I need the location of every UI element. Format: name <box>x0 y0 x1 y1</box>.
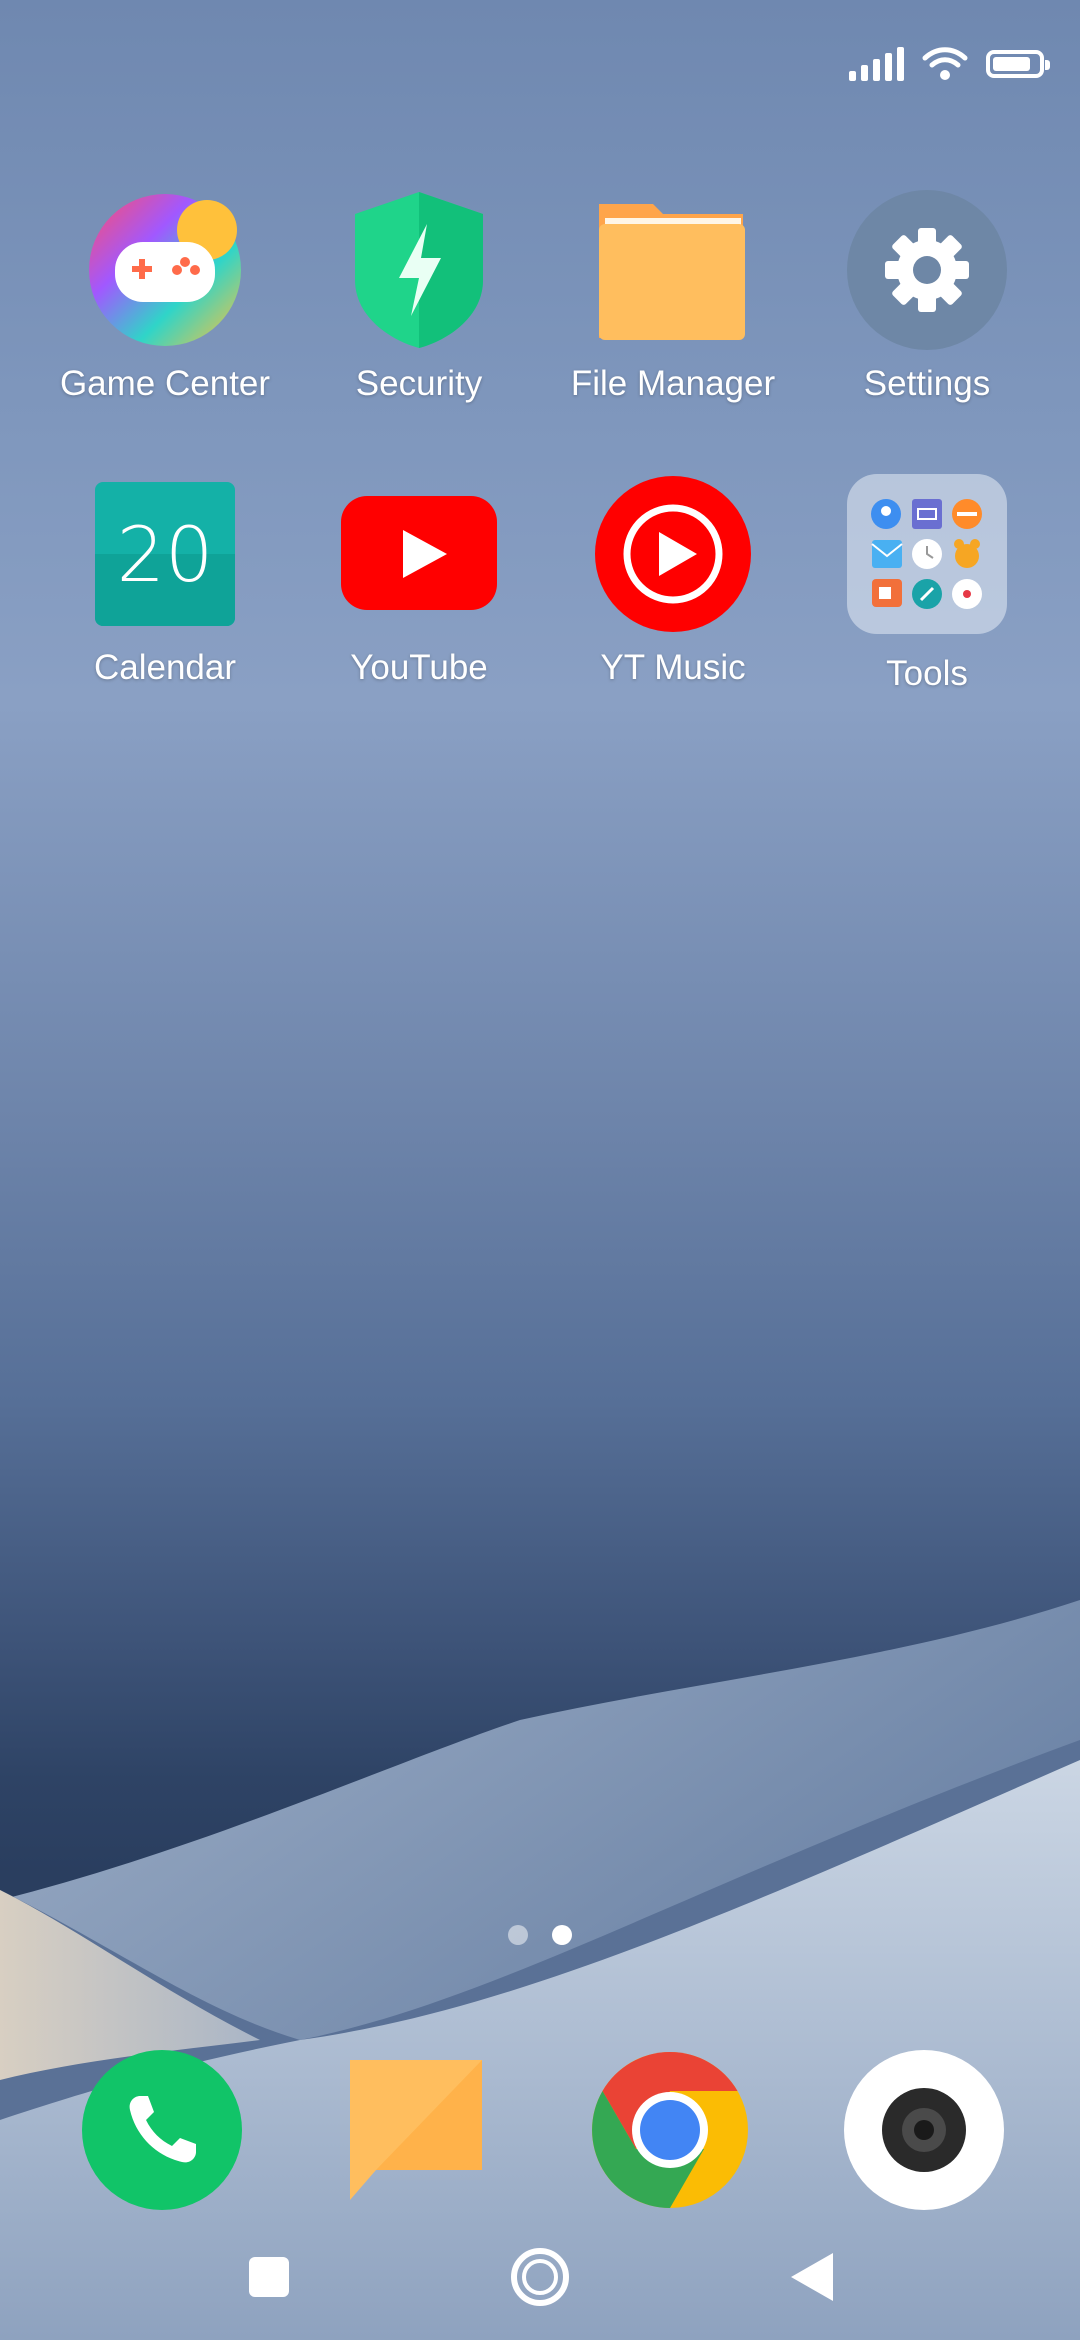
navigation-bar <box>0 2220 1080 2340</box>
youtube-icon <box>339 474 499 634</box>
app-folder-tools[interactable]: Tools <box>800 474 1054 694</box>
circle-icon <box>511 2248 569 2306</box>
recents-button[interactable] <box>234 2242 304 2312</box>
page-indicator <box>0 1925 1080 1945</box>
wifi-icon <box>922 47 968 80</box>
app-label: Settings <box>863 364 991 403</box>
phone-icon <box>82 2050 242 2210</box>
game-controller-icon <box>85 190 245 350</box>
calendar-day: 20 <box>116 510 214 599</box>
app-yt-music[interactable]: YT Music <box>546 474 800 688</box>
square-icon <box>249 2257 289 2297</box>
yt-music-icon <box>593 474 753 634</box>
app-label: Game Center <box>59 364 271 403</box>
app-label: Calendar <box>93 648 237 687</box>
dock-messages[interactable] <box>336 2050 496 2210</box>
dock-chrome[interactable] <box>590 2050 750 2210</box>
triangle-back-icon <box>791 2253 833 2301</box>
app-settings[interactable]: Settings <box>800 190 1054 404</box>
page-dot[interactable] <box>508 1925 528 1945</box>
calendar-icon: 20 <box>85 474 245 634</box>
chrome-icon <box>592 2052 748 2208</box>
app-label: YT Music <box>600 648 746 687</box>
app-file-manager[interactable]: File Manager <box>546 190 800 404</box>
dock <box>0 2050 1080 2210</box>
app-security[interactable]: Security <box>292 190 546 404</box>
app-label: YouTube <box>350 648 488 687</box>
app-calendar[interactable]: 20 Calendar <box>38 474 292 688</box>
back-button[interactable] <box>776 2242 846 2312</box>
app-label: Tools <box>886 654 968 693</box>
shield-bolt-icon <box>339 190 499 350</box>
folder-icon <box>593 190 753 350</box>
status-bar <box>849 44 1050 84</box>
app-label: Security <box>355 364 483 403</box>
dock-phone[interactable] <box>82 2050 242 2210</box>
app-label: File Manager <box>570 364 776 403</box>
folder-tools-icon <box>847 474 1007 634</box>
battery-icon <box>986 50 1050 78</box>
app-game-center[interactable]: Game Center <box>38 190 292 404</box>
messages-icon <box>350 2060 482 2200</box>
app-youtube[interactable]: YouTube <box>292 474 546 688</box>
camera-icon <box>844 2050 1004 2210</box>
dock-camera[interactable] <box>844 2050 1004 2210</box>
cellular-signal-icon <box>849 47 904 81</box>
page-dot-active[interactable] <box>552 1925 572 1945</box>
home-button[interactable] <box>505 2242 575 2312</box>
gear-icon <box>847 190 1007 350</box>
